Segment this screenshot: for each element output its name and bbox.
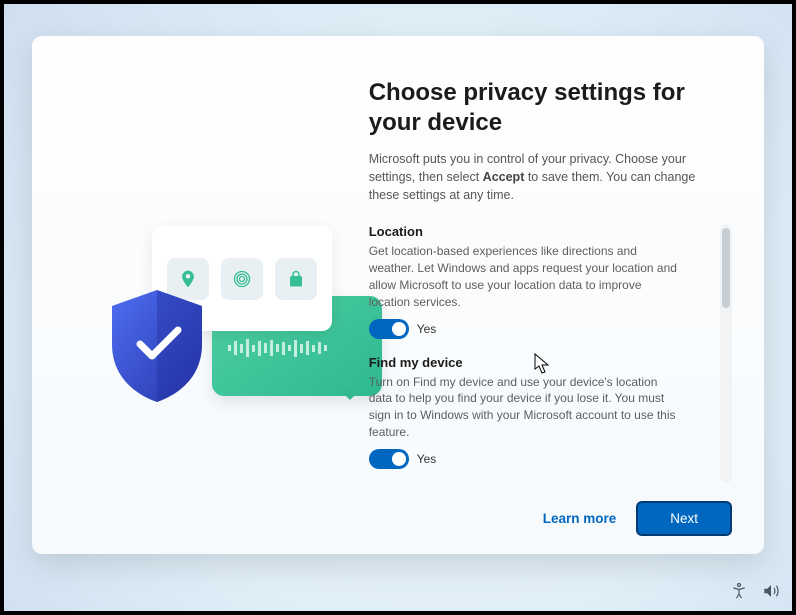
intro-bold: Accept (483, 170, 525, 184)
footer-actions: Learn more Next (369, 483, 732, 536)
volume-icon[interactable] (762, 582, 780, 605)
toggle-value-label: Yes (417, 452, 437, 466)
option-title: Find my device (369, 355, 702, 370)
lock-icon (275, 258, 317, 300)
next-button[interactable]: Next (636, 501, 732, 536)
option-title: Location (369, 224, 702, 239)
option-description: Turn on Find my device and use your devi… (369, 374, 679, 441)
system-tray (730, 582, 780, 605)
fingerprint-icon (221, 258, 263, 300)
illustration (102, 226, 372, 426)
location-toggle[interactable] (369, 319, 409, 339)
settings-content: Choose privacy settings for your device … (369, 36, 764, 554)
desktop-background: Choose privacy settings for your device … (4, 4, 792, 611)
learn-more-link[interactable]: Learn more (543, 511, 617, 526)
shield-checkmark-graphic (102, 286, 212, 406)
toggle-value-label: Yes (417, 322, 437, 336)
options-scrollbar[interactable] (720, 224, 732, 483)
scrollbar-thumb[interactable] (722, 228, 730, 308)
toggle-row: Yes (369, 449, 702, 469)
waveform-graphic (228, 338, 366, 358)
option-description: Get location-based experiences like dire… (369, 243, 679, 310)
toggle-row: Yes (369, 319, 702, 339)
oobe-privacy-card: Choose privacy settings for your device … (32, 36, 764, 554)
find-my-device-toggle[interactable] (369, 449, 409, 469)
options-list: Location Get location-based experiences … (369, 224, 720, 483)
options-scroll-area: Location Get location-based experiences … (369, 224, 732, 483)
page-title: Choose privacy settings for your device (369, 78, 709, 138)
option-location: Location Get location-based experiences … (369, 224, 702, 338)
option-find-my-device: Find my device Turn on Find my device an… (369, 355, 702, 469)
accessibility-icon[interactable] (730, 582, 748, 605)
illustration-panel (32, 36, 369, 554)
intro-text: Microsoft puts you in control of your pr… (369, 150, 699, 204)
